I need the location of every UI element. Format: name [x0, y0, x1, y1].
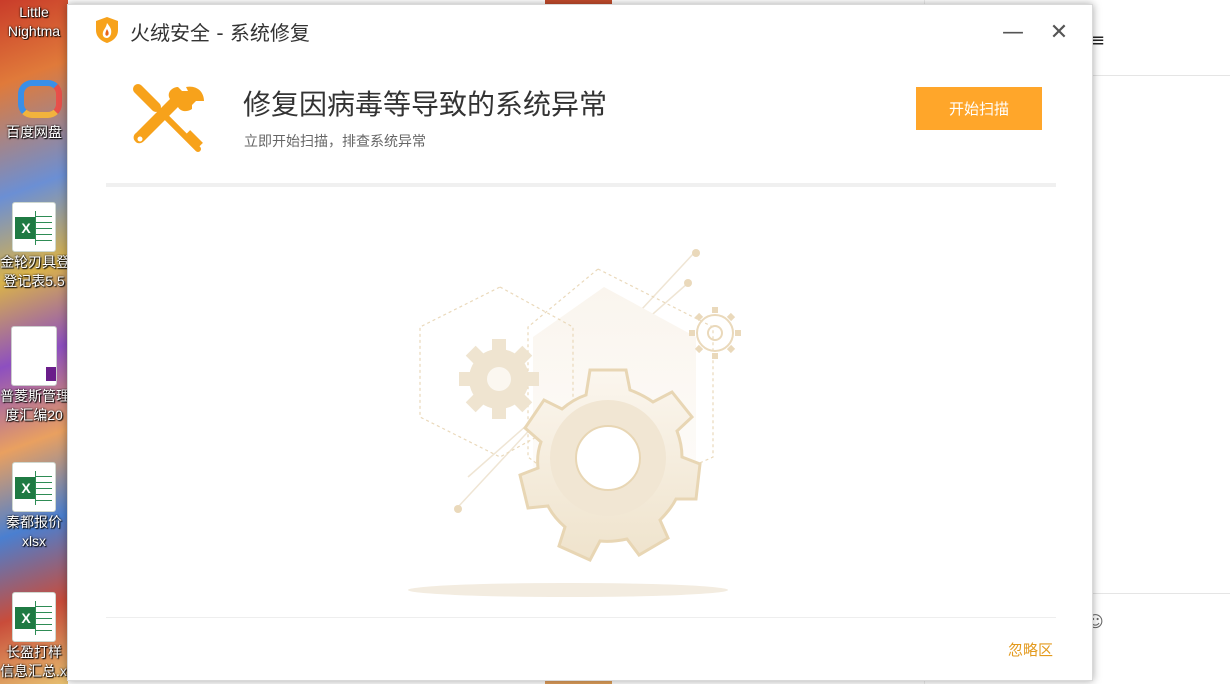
footer-divider	[106, 617, 1056, 618]
close-button[interactable]: ✕	[1042, 15, 1076, 49]
desktop-shortcut-label: Nightma	[7, 23, 61, 39]
desktop-file-label: 登记表5.5	[3, 273, 65, 289]
page-subtitle: 立即开始扫描，排查系统异常	[244, 134, 426, 150]
desktop-file-label: 长盈打样	[6, 644, 62, 660]
document-icon	[11, 326, 57, 386]
desktop-file-label: 度汇编20	[5, 407, 63, 423]
desktop-file-label: 秦都报价	[6, 514, 62, 530]
excel-icon	[12, 202, 56, 252]
desktop-file-label: 信息汇总.xlsx	[0, 663, 68, 679]
ignore-zone-link[interactable]: 忽略区	[1008, 639, 1053, 660]
background-app-separator	[1092, 75, 1230, 76]
header-divider	[106, 183, 1056, 187]
desktop-file-pulingsi[interactable]: 普菱斯管理 度汇编20	[0, 326, 68, 424]
desktop-file-jinlun[interactable]: 金轮刃具登 登记表5.5	[0, 202, 68, 290]
desktop-file-changying[interactable]: 长盈打样 信息汇总.xlsx	[0, 592, 68, 680]
desktop-background: Little Nightma 百度网盘 金轮刃具登 登记表5.5 普菱斯管理 度…	[0, 0, 68, 684]
page-title: 修复因病毒等导致的系统异常	[243, 88, 608, 121]
cloud-icon	[12, 72, 62, 122]
start-scan-button[interactable]: 开始扫描	[916, 87, 1042, 130]
huorong-logo-icon	[96, 17, 118, 43]
system-repair-dialog: 火绒安全 - 系统修复 — ✕ 修复因病毒等导致的系统异常 立即开始扫描，排查系…	[67, 4, 1093, 681]
desktop-file-label: 普菱斯管理	[0, 388, 68, 404]
desktop-shortcut-label: 百度网盘	[6, 124, 62, 140]
excel-icon	[12, 592, 56, 642]
window-title: 火绒安全 - 系统修复	[130, 21, 310, 45]
excel-icon	[12, 462, 56, 512]
desktop-shortcut-label: Little	[19, 4, 49, 20]
desktop-shortcut-baidu-netdisk[interactable]: 百度网盘	[0, 72, 68, 141]
desktop-file-label: 金轮刃具登	[0, 254, 68, 270]
wrench-screwdriver-icon	[133, 84, 204, 152]
background-app-separator	[1092, 593, 1230, 594]
desktop-file-qindu[interactable]: 秦都报价 xlsx	[0, 462, 68, 550]
desktop-file-label: xlsx	[21, 533, 47, 549]
desktop-shortcut-little-nightmares[interactable]: Little Nightma	[0, 2, 68, 40]
gear-illustration-icon	[408, 249, 741, 597]
title-bar[interactable]: 火绒安全 - 系统修复 — ✕	[68, 5, 1092, 55]
minimize-button[interactable]: —	[996, 15, 1030, 49]
